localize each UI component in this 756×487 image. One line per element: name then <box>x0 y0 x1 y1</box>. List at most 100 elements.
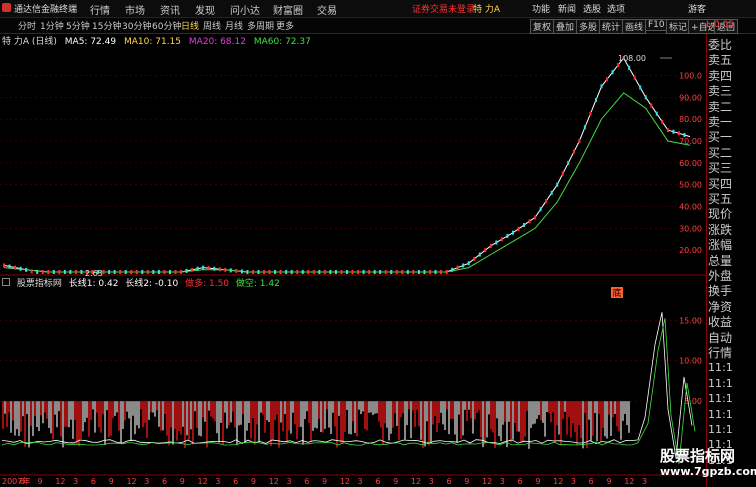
date-tick-label: 3 <box>358 477 363 486</box>
period-monthly[interactable]: 月线 <box>225 19 243 32</box>
indicator-histogram-bar <box>612 401 614 418</box>
period-60min[interactable]: 60分钟 <box>152 19 181 32</box>
menu-item-function[interactable]: 功能 <box>532 2 550 15</box>
candle-mark <box>213 266 216 271</box>
menu-item-wealth[interactable]: 财富圈 <box>273 2 303 17</box>
side-panel-item: 11:1 <box>708 361 733 375</box>
tool-f10-button[interactable]: F10 <box>645 19 668 31</box>
indicator-histogram-bar <box>82 401 84 432</box>
indicator-histogram-bar <box>460 401 462 440</box>
indicator-histogram-bar <box>520 401 522 442</box>
candle-mark <box>384 270 387 274</box>
candle-mark <box>229 268 232 273</box>
menu-item-options[interactable]: 选项 <box>607 2 625 15</box>
indicator-menu-icon[interactable] <box>2 278 10 286</box>
candle-mark <box>340 270 343 274</box>
period-15min[interactable]: 15分钟 <box>92 19 121 32</box>
indicator-name[interactable]: 股票指标网 <box>17 279 62 289</box>
indicator-histogram-bar <box>428 401 430 446</box>
date-tick-label: 9 <box>38 477 43 486</box>
indicator-histogram-bar <box>148 401 150 420</box>
candle-mark <box>202 265 205 270</box>
indicator-histogram-bar <box>488 401 490 415</box>
menu-item-quotes[interactable]: 行情 <box>90 2 110 17</box>
candle-mark <box>650 103 653 108</box>
indicator-histogram-bar <box>246 401 248 431</box>
period-weekly[interactable]: 周线 <box>203 19 221 32</box>
indicator-histogram-bar <box>60 401 62 437</box>
indicator-histogram-bar <box>596 401 598 442</box>
app-logo-icon <box>2 3 11 12</box>
login-status[interactable]: 证券交易未登录 <box>412 2 475 15</box>
candle-mark <box>617 63 620 68</box>
candle-mark <box>346 270 348 274</box>
indicator-histogram-bar <box>414 401 416 427</box>
indicator-histogram-bar <box>274 401 276 421</box>
indicator-histogram-bar <box>42 401 44 424</box>
candle-mark <box>52 270 55 274</box>
indicator-histogram-bar <box>162 401 164 431</box>
menu-item-news[interactable]: 资讯 <box>160 2 180 17</box>
menu-item-stock-picker[interactable]: 选股 <box>583 2 601 15</box>
candle-mark <box>296 270 299 274</box>
indicator-histogram-bar <box>172 401 174 445</box>
candle-mark <box>594 98 597 103</box>
tool-stats-button[interactable]: 统计 <box>599 19 624 34</box>
period-intraday[interactable]: 分时 <box>18 19 36 32</box>
menu-item-news-right[interactable]: 新闻 <box>558 2 576 15</box>
side-panel-item: 行情 <box>708 346 733 360</box>
candle-mark <box>235 268 238 273</box>
tool-overlay-button[interactable]: 叠加 <box>553 19 578 34</box>
kline-chart[interactable]: 100.0 90.00 80.00 70.00 60.00 50.00 40.00 30.00… <box>0 34 706 487</box>
menu-item-discover[interactable]: 发现 <box>195 2 215 17</box>
candle-mark <box>545 199 548 204</box>
candle-mark <box>357 270 360 274</box>
indicator-histogram-bar <box>102 401 104 415</box>
indicator-histogram-bar <box>104 401 106 446</box>
period-30min[interactable]: 30分钟 <box>122 19 151 32</box>
indicator-histogram-bar <box>6 401 8 427</box>
menu-item-market[interactable]: 市场 <box>125 2 145 17</box>
menu-item-ask[interactable]: 问小达 <box>230 2 260 17</box>
period-1min[interactable]: 1分钟 <box>40 19 64 32</box>
tool-adjust-button[interactable]: 复权 <box>530 19 555 34</box>
indicator-histogram-bar <box>522 401 524 443</box>
date-tick-label: 6 <box>20 477 25 486</box>
indicator-histogram-bar <box>66 401 68 427</box>
indicator-histogram-bar <box>32 401 34 437</box>
period-more[interactable]: 更多 <box>276 19 294 32</box>
indicator-histogram-bar <box>374 401 376 414</box>
indicator-histogram-bar <box>508 401 510 422</box>
indicator-histogram-bar <box>214 401 216 422</box>
indicator-histogram-bar <box>188 401 190 440</box>
user-label[interactable]: 游客 <box>688 2 706 15</box>
date-tick-label: 9 <box>251 477 256 486</box>
tool-draw-button[interactable]: 画线 <box>622 19 647 34</box>
indicator-histogram-bar <box>322 401 324 433</box>
indicator-histogram-bar <box>614 401 616 414</box>
candle-mark <box>517 226 520 231</box>
indicator-histogram-bar <box>36 401 38 428</box>
indicator-histogram-bar <box>296 401 298 440</box>
candle-mark <box>578 138 581 143</box>
side-panel-item: 买一 <box>708 130 733 145</box>
indicator-histogram-bar <box>240 401 242 425</box>
period-5min[interactable]: 5分钟 <box>66 19 90 32</box>
period-daily[interactable]: 日线 <box>181 19 199 32</box>
side-panel-item: 买四 <box>708 176 733 191</box>
indicator-histogram-bar <box>578 401 580 426</box>
tool-multistock-button[interactable]: 多股 <box>576 19 601 34</box>
indicator-histogram-bar <box>298 401 300 428</box>
indicator-histogram-bar <box>30 401 32 426</box>
indicator-histogram-bar <box>198 401 200 436</box>
candle-mark <box>251 270 254 274</box>
menu-item-trade[interactable]: 交易 <box>317 2 337 17</box>
period-multi[interactable]: 多周期 <box>247 19 274 32</box>
candle-mark <box>440 270 443 274</box>
indicator-histogram-bar <box>194 401 196 412</box>
candle-mark <box>395 270 398 274</box>
candle-mark <box>611 70 614 75</box>
indicator-histogram-bar <box>402 401 404 414</box>
tool-mark-button[interactable]: 标记 <box>666 19 691 34</box>
candle-mark <box>379 270 382 274</box>
